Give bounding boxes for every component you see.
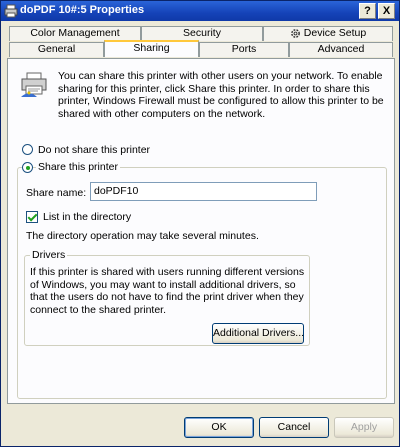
sharing-panel: You can share this printer with other us… xyxy=(7,58,395,404)
tab-label: General xyxy=(37,43,76,55)
tab-label: Color Management xyxy=(30,27,120,39)
do-not-share-label[interactable]: Do not share this printer xyxy=(38,144,150,156)
printer-icon xyxy=(4,4,18,18)
help-button[interactable]: ? xyxy=(359,3,376,19)
tab-sharing[interactable]: Sharing xyxy=(104,40,199,57)
tab-label: Sharing xyxy=(133,42,170,54)
shared-printer-icon xyxy=(21,72,47,97)
ok-button[interactable]: OK xyxy=(184,417,254,438)
share-name-input[interactable]: doPDF10 xyxy=(90,182,317,201)
tab-color-management[interactable]: Color Management xyxy=(9,26,141,41)
tab-device-setup[interactable]: Device Setup xyxy=(263,26,393,41)
additional-drivers-button[interactable]: Additional Drivers... xyxy=(212,323,304,344)
properties-dialog: doPDF 10#:5 Properties ? X Color Managem… xyxy=(0,0,400,447)
do-not-share-radio[interactable] xyxy=(22,144,33,155)
tab-ports[interactable]: Ports xyxy=(199,42,289,57)
close-button[interactable]: X xyxy=(378,3,395,19)
tab-general[interactable]: General xyxy=(9,42,104,57)
gear-icon xyxy=(290,28,300,38)
tab-advanced[interactable]: Advanced xyxy=(289,42,393,57)
list-in-directory-label[interactable]: List in the directory xyxy=(43,211,131,223)
share-printer-label[interactable]: Share this printer xyxy=(36,161,120,173)
apply-button[interactable]: Apply xyxy=(334,417,394,438)
tab-label: Advanced xyxy=(317,43,365,55)
tab-label: Device Setup xyxy=(303,27,367,39)
drivers-description: If this printer is shared with users run… xyxy=(30,266,305,316)
title-bar[interactable]: doPDF 10#:5 Properties ? X xyxy=(1,1,399,21)
tab-label: Security xyxy=(183,27,221,39)
directory-note: The directory operation may take several… xyxy=(26,230,259,242)
sharing-intro-text: You can share this printer with other us… xyxy=(58,70,384,120)
tab-label: Ports xyxy=(231,43,257,55)
drivers-group-title: Drivers xyxy=(30,249,68,261)
tab-security[interactable]: Security xyxy=(141,26,263,41)
list-in-directory-checkbox[interactable] xyxy=(26,211,38,223)
cancel-button[interactable]: Cancel xyxy=(259,417,329,438)
share-name-label: Share name: xyxy=(26,187,87,199)
window-title: doPDF 10#:5 Properties xyxy=(20,4,145,16)
share-printer-radio[interactable] xyxy=(22,162,33,173)
